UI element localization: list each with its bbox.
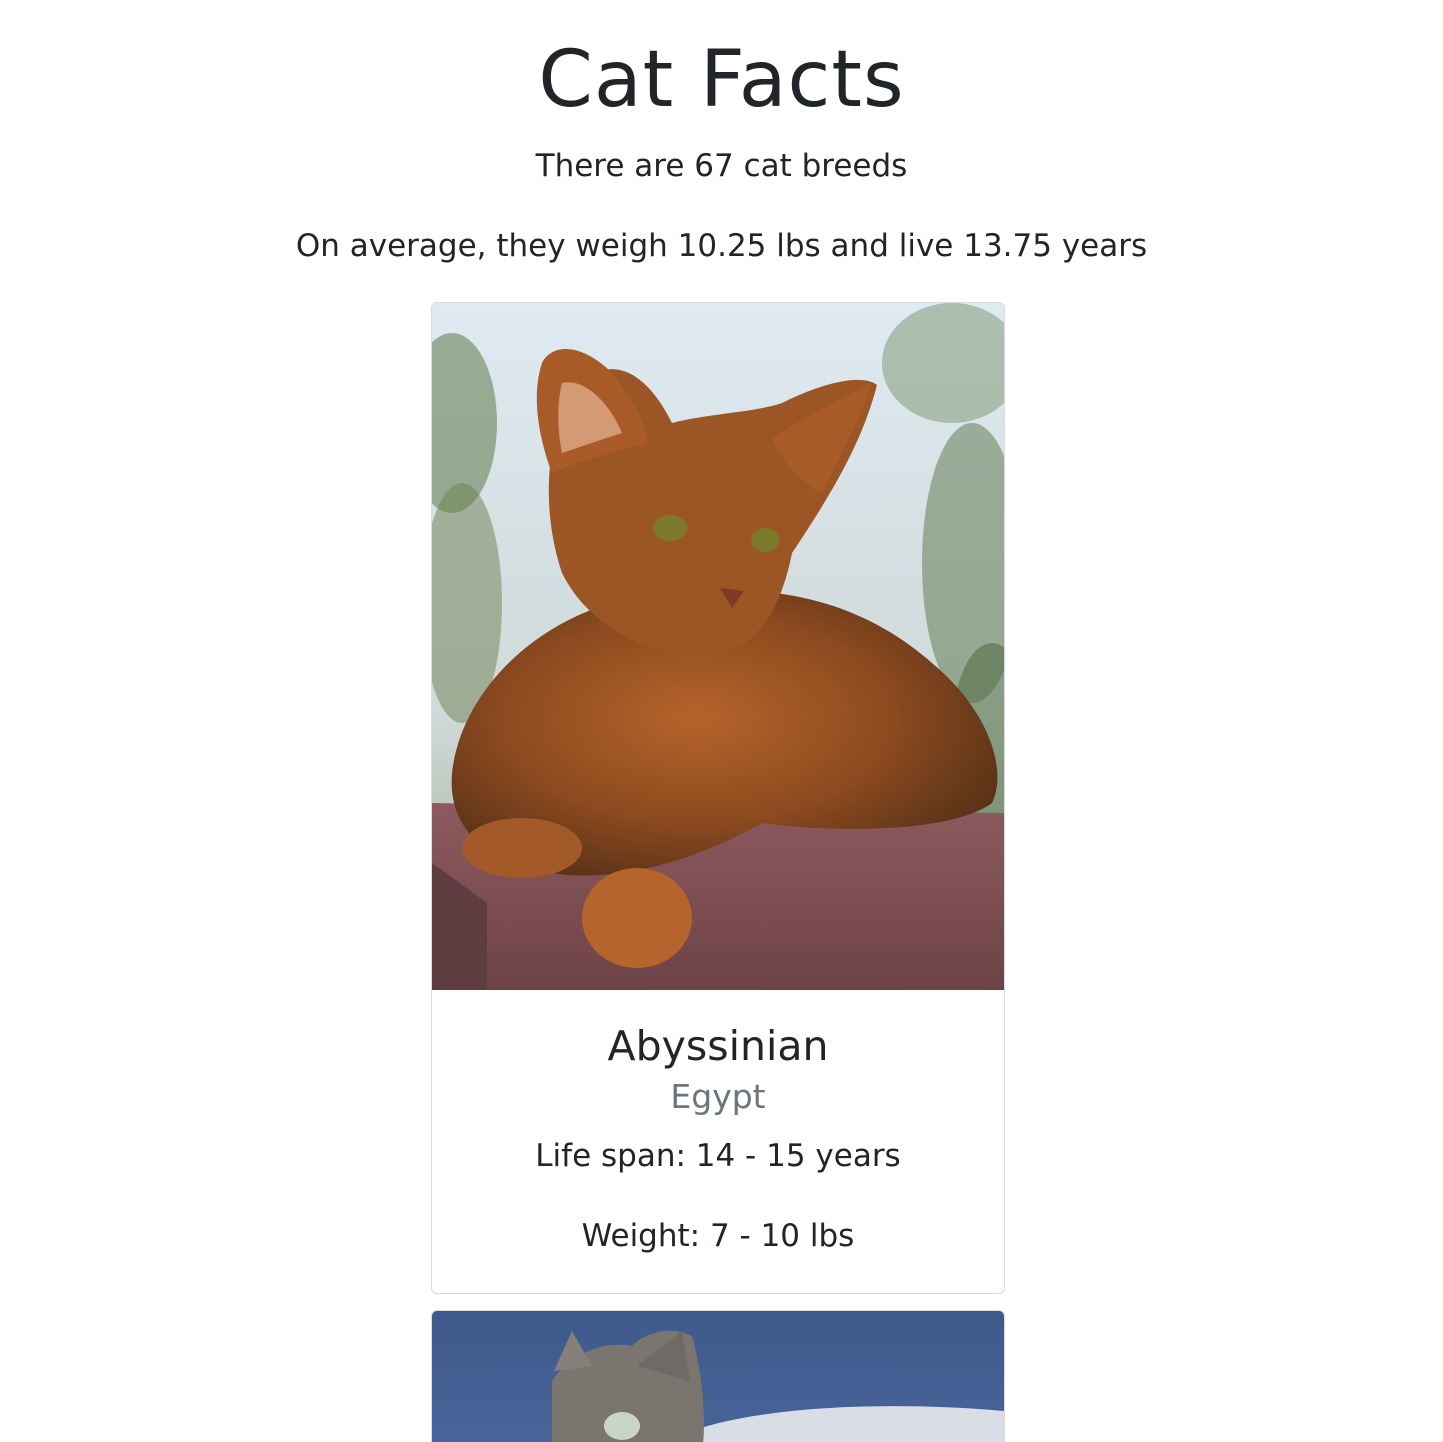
breed-origin: Egypt [670,1077,766,1116]
page-title: Cat Facts [538,35,905,125]
breed-photo [432,1311,1004,1442]
breed-photo [432,303,1004,990]
breed-name: Abyssinian [607,1022,829,1070]
average-stats-text: On average, they weigh 10.25 lbs and liv… [295,228,1148,264]
breed-count-text: There are 67 cat breeds [535,148,908,184]
breed-card [431,1310,1005,1442]
breed-life-span: Life span: 14 - 15 years [535,1138,901,1174]
breed-weight: Weight: 7 - 10 lbs [581,1218,855,1254]
